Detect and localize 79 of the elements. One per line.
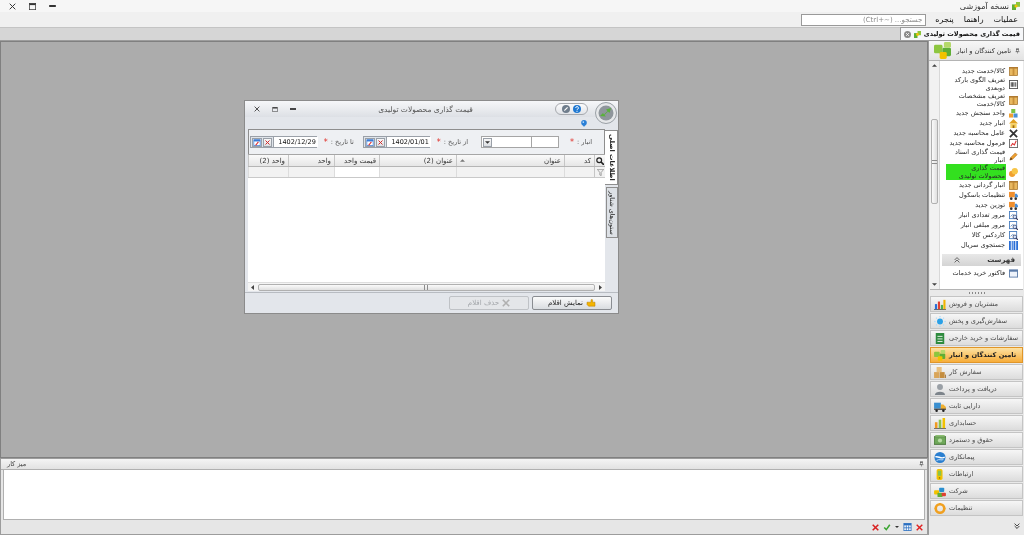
barcode-icon bbox=[1009, 79, 1018, 89]
magnifier-icon bbox=[1009, 220, 1018, 230]
filter-cell[interactable] bbox=[334, 167, 379, 177]
table-icon[interactable] bbox=[903, 523, 912, 531]
pin-icon[interactable] bbox=[919, 461, 924, 467]
person-icon bbox=[934, 383, 946, 395]
puzzle-icon bbox=[934, 485, 946, 497]
menu-item[interactable]: پنجره bbox=[934, 14, 955, 25]
required-mark: * bbox=[570, 137, 575, 147]
phone-icon bbox=[934, 468, 946, 480]
caret-icon[interactable] bbox=[895, 526, 899, 528]
caret-icon bbox=[485, 140, 491, 144]
vertical-scrollbar[interactable] bbox=[930, 61, 940, 289]
box-icon bbox=[1009, 180, 1018, 190]
dropdown-field[interactable] bbox=[481, 136, 532, 148]
hand-icon bbox=[586, 299, 596, 307]
left-arrow-icon[interactable] bbox=[251, 284, 254, 290]
pencil-icon bbox=[1009, 151, 1018, 161]
calendar-icon bbox=[252, 138, 261, 146]
search-icon[interactable] bbox=[596, 156, 604, 165]
required-mark: * bbox=[323, 137, 328, 147]
scroll-thumb[interactable] bbox=[258, 283, 595, 291]
banknote-icon bbox=[934, 434, 946, 446]
check-icon[interactable] bbox=[883, 523, 891, 531]
down-arrow-icon[interactable] bbox=[932, 283, 937, 286]
truck-icon bbox=[934, 400, 946, 412]
calendar-button[interactable] bbox=[364, 137, 375, 147]
calendar-button[interactable] bbox=[251, 137, 262, 147]
truck-icon bbox=[1009, 200, 1018, 210]
maximize-icon[interactable] bbox=[29, 2, 36, 10]
dropdown-button[interactable] bbox=[483, 137, 493, 147]
delete-icon bbox=[502, 299, 511, 307]
menu-item[interactable]: عملیات bbox=[992, 14, 1019, 25]
help-icon[interactable] bbox=[573, 105, 581, 113]
clear-icon bbox=[377, 139, 383, 145]
house-icon bbox=[1009, 118, 1018, 128]
required-mark: * bbox=[436, 137, 441, 147]
multiply-icon bbox=[1009, 128, 1018, 138]
calendar-icon bbox=[365, 138, 374, 146]
maximize-icon[interactable] bbox=[272, 106, 278, 112]
puzzle-icon bbox=[934, 42, 951, 59]
menu-item[interactable]: راهنما bbox=[962, 14, 985, 25]
up-arrow-icon[interactable] bbox=[932, 64, 937, 67]
puzzle-icon bbox=[934, 349, 946, 361]
clear-icon bbox=[264, 139, 270, 145]
bar-chart-icon bbox=[934, 417, 946, 429]
box-icon bbox=[1009, 66, 1018, 76]
pin-icon bbox=[581, 119, 587, 127]
blocks-icon bbox=[1009, 108, 1018, 118]
window-title: نسخه آموزشی bbox=[959, 1, 1009, 11]
pencil-icon[interactable] bbox=[562, 105, 570, 113]
truck-icon bbox=[1009, 190, 1018, 200]
sun-icon bbox=[934, 315, 946, 327]
document-icon bbox=[1009, 268, 1018, 278]
clear-button[interactable] bbox=[262, 137, 272, 147]
code-field[interactable] bbox=[531, 136, 560, 148]
right-arrow-icon[interactable] bbox=[599, 284, 602, 290]
spreadsheet-icon bbox=[934, 332, 946, 344]
horizontal-scrollbar[interactable] bbox=[248, 282, 605, 291]
barcode-icon bbox=[1009, 240, 1018, 250]
blocks-icon bbox=[1012, 2, 1020, 10]
chevron-icon[interactable] bbox=[1014, 522, 1020, 529]
magnifier-icon bbox=[1009, 210, 1018, 220]
clear-button[interactable] bbox=[375, 137, 385, 147]
delete-icon[interactable] bbox=[872, 523, 879, 531]
sort-arrow-icon bbox=[460, 159, 465, 162]
bar-chart-icon bbox=[934, 298, 946, 310]
box-icon bbox=[1009, 95, 1018, 105]
coins-icon bbox=[1009, 167, 1018, 177]
blocks-icon bbox=[913, 30, 921, 38]
scroll-thumb[interactable] bbox=[931, 119, 938, 204]
magnifier-icon bbox=[1009, 230, 1018, 240]
close-icon[interactable] bbox=[254, 106, 260, 112]
pin-icon[interactable] bbox=[1015, 47, 1020, 54]
globe-icon bbox=[934, 451, 946, 463]
close-icon[interactable] bbox=[9, 2, 16, 10]
boxes-icon bbox=[934, 366, 946, 378]
chart-icon bbox=[1009, 138, 1018, 148]
gear-icon bbox=[934, 502, 946, 514]
